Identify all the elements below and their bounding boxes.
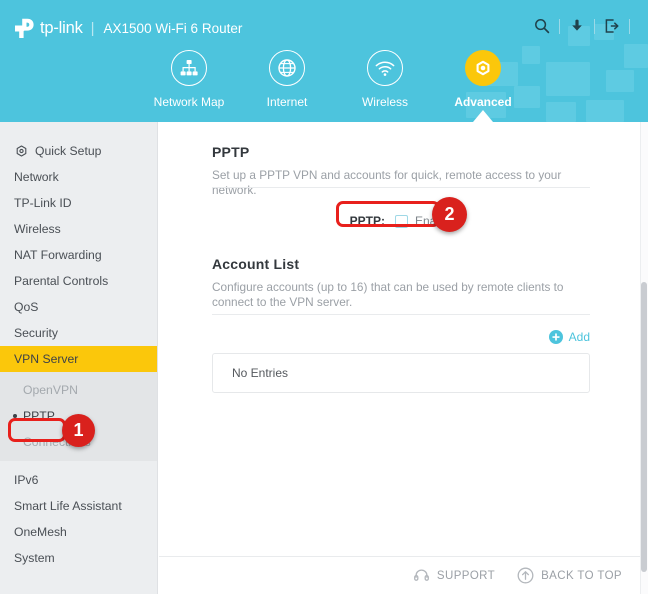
sidebar-item-label: Quick Setup	[35, 144, 102, 158]
nav-tab-label: Advanced	[454, 95, 512, 109]
brand-name: tp-link	[40, 18, 83, 37]
sidebar-item-label: Wireless	[14, 222, 61, 236]
firmware-update-icon[interactable]	[566, 15, 588, 37]
sidebar-item-onemesh[interactable]: OneMesh	[0, 519, 157, 545]
nav-tab-label: Wireless	[361, 95, 408, 109]
router-admin-page: tp-link | AX1500 Wi-Fi 6 Router Network …	[0, 0, 648, 594]
plus-circle-icon	[548, 330, 563, 344]
nav-tab-label: Internet	[266, 95, 308, 109]
header-actions	[531, 15, 636, 37]
header-divider-3	[629, 18, 630, 34]
globe-icon	[269, 50, 305, 86]
sidebar-item-network[interactable]: Network	[0, 164, 157, 190]
back-to-top-button[interactable]: BACK TO TOP	[517, 567, 622, 584]
wifi-icon	[367, 50, 403, 86]
support-label: SUPPORT	[436, 569, 496, 582]
header-divider-2	[594, 18, 595, 34]
sidebar-item-ipv6[interactable]: IPv6	[0, 467, 157, 493]
main-content: PPTP Set up a PPTP VPN and accounts for …	[159, 122, 640, 594]
sidebar-item-qos[interactable]: QoS	[0, 294, 157, 320]
page-body: Quick Setup Network TP-Link ID Wireless …	[0, 122, 648, 594]
sidebar-item-wireless[interactable]: Wireless	[0, 216, 157, 242]
header-divider-1	[559, 18, 560, 34]
pptp-field-label: PPTP:	[349, 214, 385, 228]
back-to-top-label: BACK TO TOP	[541, 569, 622, 582]
brand-separator: |	[90, 19, 95, 37]
add-account-button[interactable]: Add	[548, 330, 590, 344]
pptp-section-description: Set up a PPTP VPN and accounts for quick…	[212, 168, 562, 197]
sidebar-item-label: Smart Life Assistant	[14, 499, 122, 513]
search-icon[interactable]	[531, 15, 553, 37]
nav-tab-label: Network Map	[153, 95, 225, 109]
app-header: tp-link | AX1500 Wi-Fi 6 Router Network …	[0, 0, 648, 122]
sidebar-item-system[interactable]: System	[0, 545, 157, 571]
sidebar-sub-item-openvpn[interactable]: OpenVPN	[0, 377, 157, 403]
sidebar: Quick Setup Network TP-Link ID Wireless …	[0, 122, 158, 594]
sidebar-item-label: TP-Link ID	[14, 196, 72, 210]
account-list-empty-box: No Entries	[212, 353, 590, 393]
pptp-enable-checkbox-label: Enable	[414, 214, 453, 228]
account-list-empty-text: No Entries	[232, 366, 289, 380]
pptp-section-title: PPTP	[212, 144, 250, 160]
nav-tab-network-map[interactable]: Network Map	[140, 50, 238, 109]
sidebar-sub-item-label: Connections	[23, 435, 91, 449]
add-account-label: Add	[568, 330, 590, 344]
headset-icon	[413, 567, 430, 584]
page-scrollbar-track[interactable]	[640, 122, 648, 594]
sidebar-item-label: IPv6	[14, 473, 39, 487]
sidebar-sub-item-label: OpenVPN	[23, 383, 78, 397]
sidebar-item-smart-life-assistant[interactable]: Smart Life Assistant	[0, 493, 157, 519]
brand: tp-link | AX1500 Wi-Fi 6 Router	[14, 16, 242, 40]
logout-icon[interactable]	[601, 15, 623, 37]
active-tab-pointer	[473, 110, 493, 122]
sidebar-item-label: System	[14, 551, 55, 565]
sidebar-submenu-vpn-server: OpenVPN PPTP Connections	[0, 372, 157, 461]
gear-icon	[14, 144, 28, 158]
support-button[interactable]: SUPPORT	[413, 567, 495, 584]
sidebar-item-label: NAT Forwarding	[14, 248, 102, 262]
sidebar-item-label: QoS	[14, 300, 39, 314]
nav-tab-internet[interactable]: Internet	[238, 50, 336, 109]
sidebar-item-nat-forwarding[interactable]: NAT Forwarding	[0, 242, 157, 268]
arrow-up-circle-icon	[517, 567, 534, 584]
nav-tab-wireless[interactable]: Wireless	[336, 50, 434, 109]
sidebar-item-label: OneMesh	[14, 525, 67, 539]
sidebar-item-vpn-server[interactable]: VPN Server	[0, 346, 157, 372]
current-item-dot-icon	[13, 414, 17, 418]
page-scrollbar-thumb[interactable]	[641, 282, 647, 572]
sidebar-item-label: Security	[14, 326, 59, 340]
sidebar-item-label: Network	[14, 170, 59, 184]
pptp-section-divider	[212, 187, 590, 188]
account-list-section-title: Account List	[212, 256, 300, 272]
sidebar-sub-item-pptp[interactable]: PPTP	[0, 403, 157, 429]
network-map-icon	[171, 50, 207, 86]
sidebar-item-label: VPN Server	[14, 352, 79, 366]
nav-tab-advanced[interactable]: Advanced	[434, 50, 532, 122]
sidebar-item-label: Parental Controls	[14, 274, 109, 288]
gear-icon	[465, 50, 501, 86]
pptp-enable-control: PPTP: Enable	[350, 214, 453, 228]
page-footer: SUPPORT BACK TO TOP	[159, 556, 640, 594]
sidebar-sub-item-connections[interactable]: Connections	[0, 429, 157, 455]
account-list-section-description: Configure accounts (up to 16) that can b…	[212, 280, 564, 309]
router-model-label: AX1500 Wi-Fi 6 Router	[103, 20, 243, 36]
tp-link-logo-icon	[14, 18, 37, 39]
primary-nav: Network Map Internet Wireless Advanced	[140, 50, 540, 122]
sidebar-item-tp-link-id[interactable]: TP-Link ID	[0, 190, 157, 216]
sidebar-item-quick-setup[interactable]: Quick Setup	[0, 138, 157, 164]
sidebar-item-security[interactable]: Security	[0, 320, 157, 346]
sidebar-sub-item-label: PPTP	[23, 409, 55, 423]
account-list-section-divider	[212, 314, 590, 315]
sidebar-item-parental-controls[interactable]: Parental Controls	[0, 268, 157, 294]
pptp-enable-checkbox[interactable]	[394, 214, 408, 228]
pptp-enable-row: PPTP: Enable	[212, 204, 590, 238]
